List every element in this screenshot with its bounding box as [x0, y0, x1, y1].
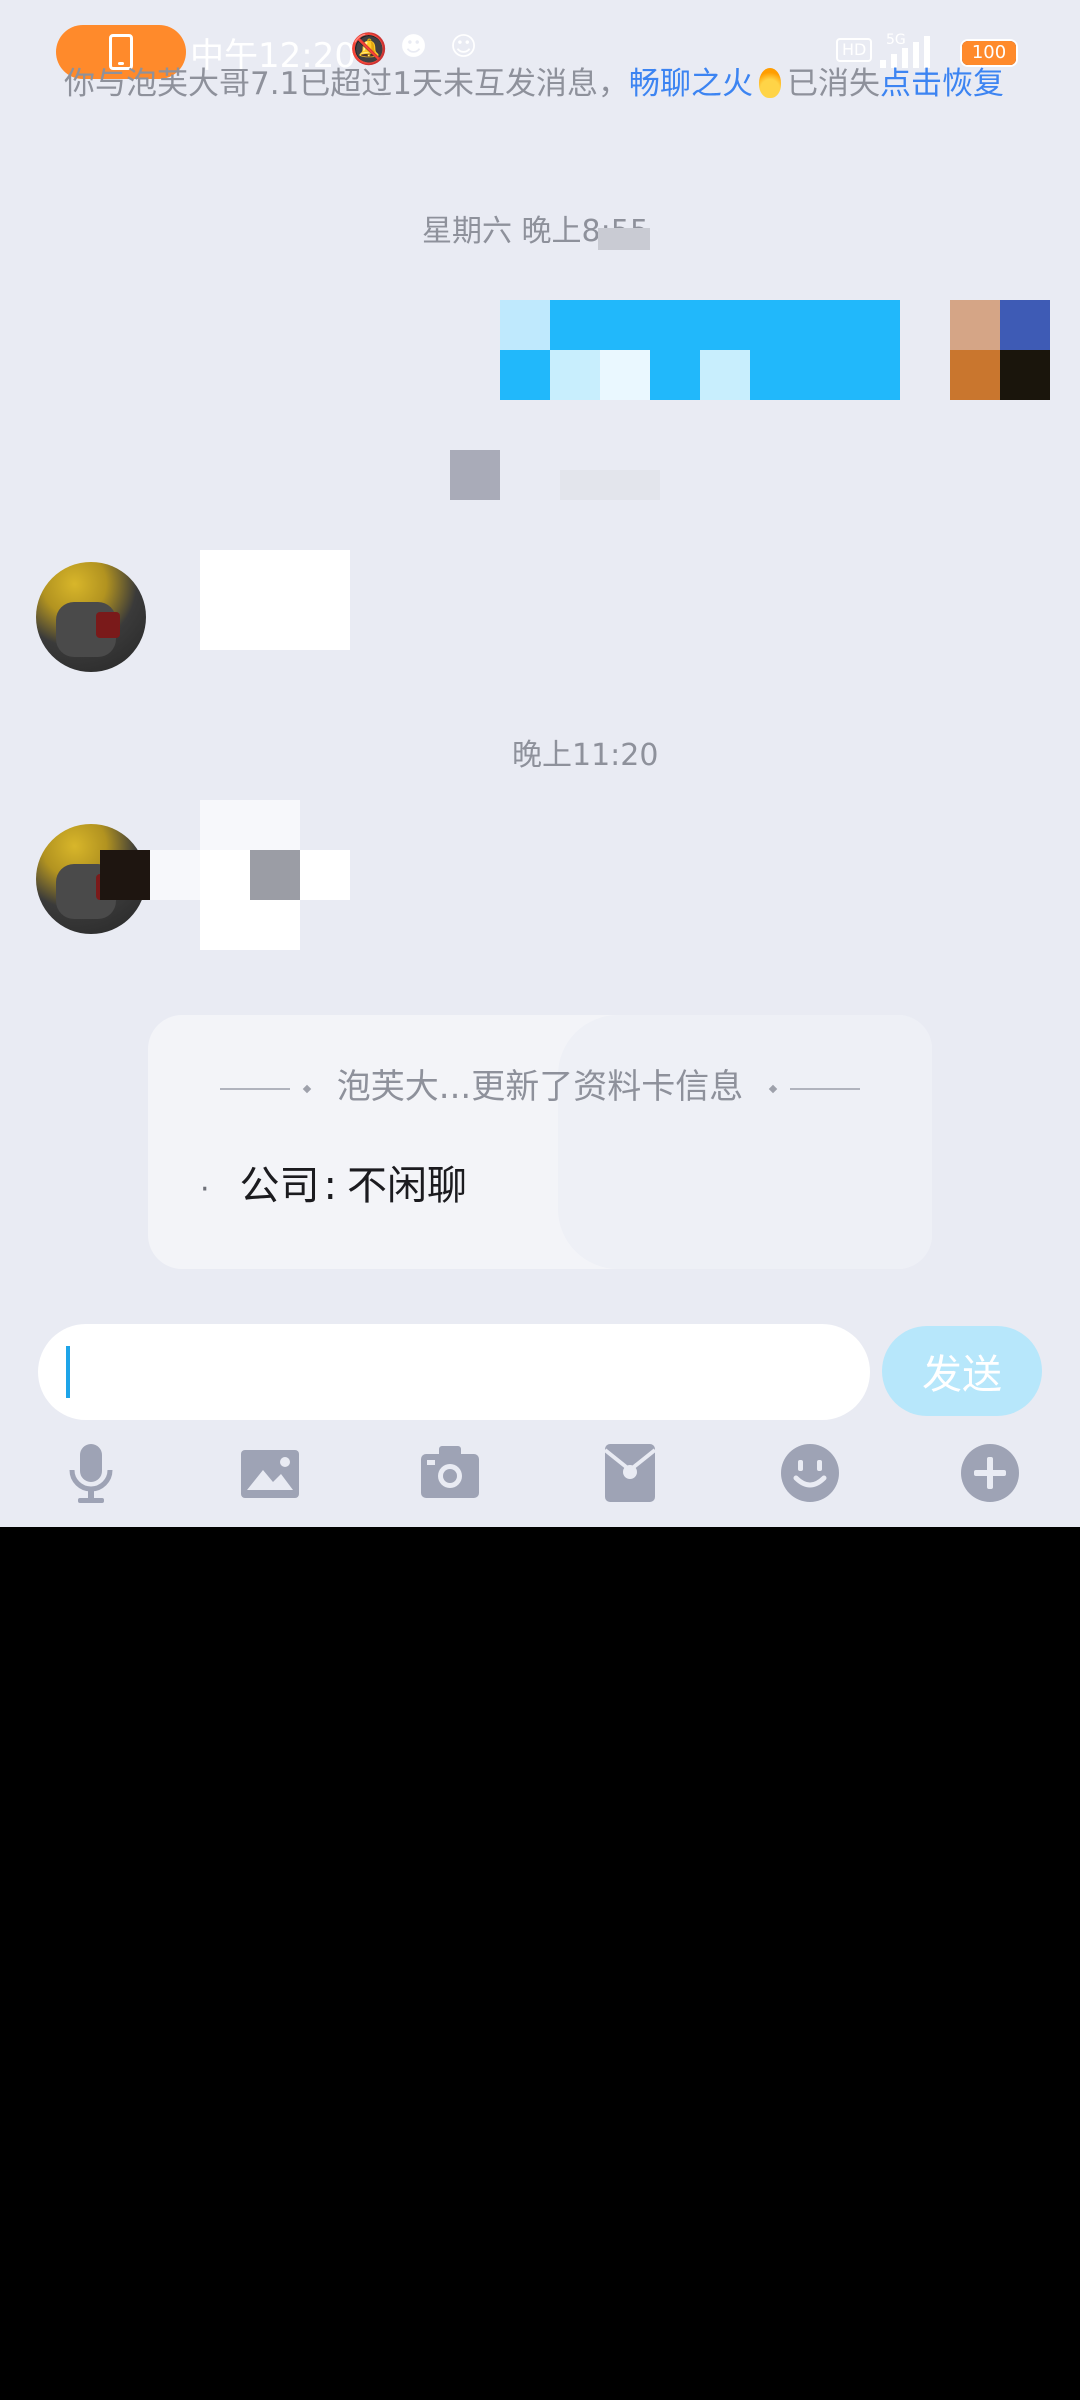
send-button[interactable]: 发送 — [882, 1326, 1042, 1416]
hd-voice-icon: HD — [836, 38, 873, 62]
incoming-message-bubble[interactable] — [200, 550, 350, 650]
plus-icon[interactable] — [957, 1440, 1023, 1506]
profile-field-row: · 公司: 不闲聊 — [200, 1163, 468, 1209]
profile-update-title: 泡芙大...更新了资料卡信息 — [148, 1059, 932, 1108]
notice-suffix: 已消失 — [787, 66, 881, 102]
input-toolbar — [0, 1440, 1080, 1510]
message-input[interactable] — [38, 1324, 870, 1420]
streak-lost-notice: 你与泡芙大哥7.1已超过1天未互发消息，畅聊之火 已消失点击恢复 — [64, 62, 1014, 106]
text-cursor — [66, 1346, 70, 1398]
app-notification-icon: ☻ — [400, 32, 428, 62]
emoji-icon[interactable] — [777, 1440, 843, 1506]
pixelation-block — [598, 228, 650, 250]
profile-update-card[interactable]: 泡芙大...更新了资料卡信息 · 公司: 不闲聊 — [148, 1015, 932, 1269]
pixelated-timestamp — [450, 450, 500, 500]
outgoing-message-bubble[interactable] — [500, 300, 900, 400]
timestamp: 晚上11:20 — [512, 738, 659, 773]
app-notification-icon-2: ☺ — [450, 32, 478, 62]
notice-text: 你与泡芙大哥7.1已超过1天未互发消息， — [64, 66, 630, 102]
field-separator: : — [323, 1163, 338, 1209]
pixelation-block — [560, 470, 660, 500]
field-label: 公司 — [239, 1163, 320, 1209]
restore-link[interactable]: 点击恢复 — [880, 66, 1004, 102]
flame-icon — [759, 68, 782, 98]
camera-icon[interactable] — [417, 1440, 483, 1506]
streak-name-link[interactable]: 畅聊之火 — [629, 66, 753, 102]
chat-screen: 中午12:20 🔕 ☻ ☺ HD 5G 100 你与泡芙大哥7.1已超过1天未互… — [0, 0, 1080, 1527]
image-icon[interactable] — [237, 1440, 303, 1506]
microphone-icon[interactable] — [58, 1440, 124, 1506]
profile-update-text: 泡芙大...更新了资料卡信息 — [336, 1067, 744, 1107]
field-value: 不闲聊 — [347, 1163, 468, 1209]
incoming-message-bubble[interactable] — [100, 800, 350, 950]
contact-avatar[interactable] — [36, 562, 146, 672]
red-packet-icon[interactable] — [597, 1440, 663, 1506]
my-avatar[interactable] — [950, 300, 1050, 400]
